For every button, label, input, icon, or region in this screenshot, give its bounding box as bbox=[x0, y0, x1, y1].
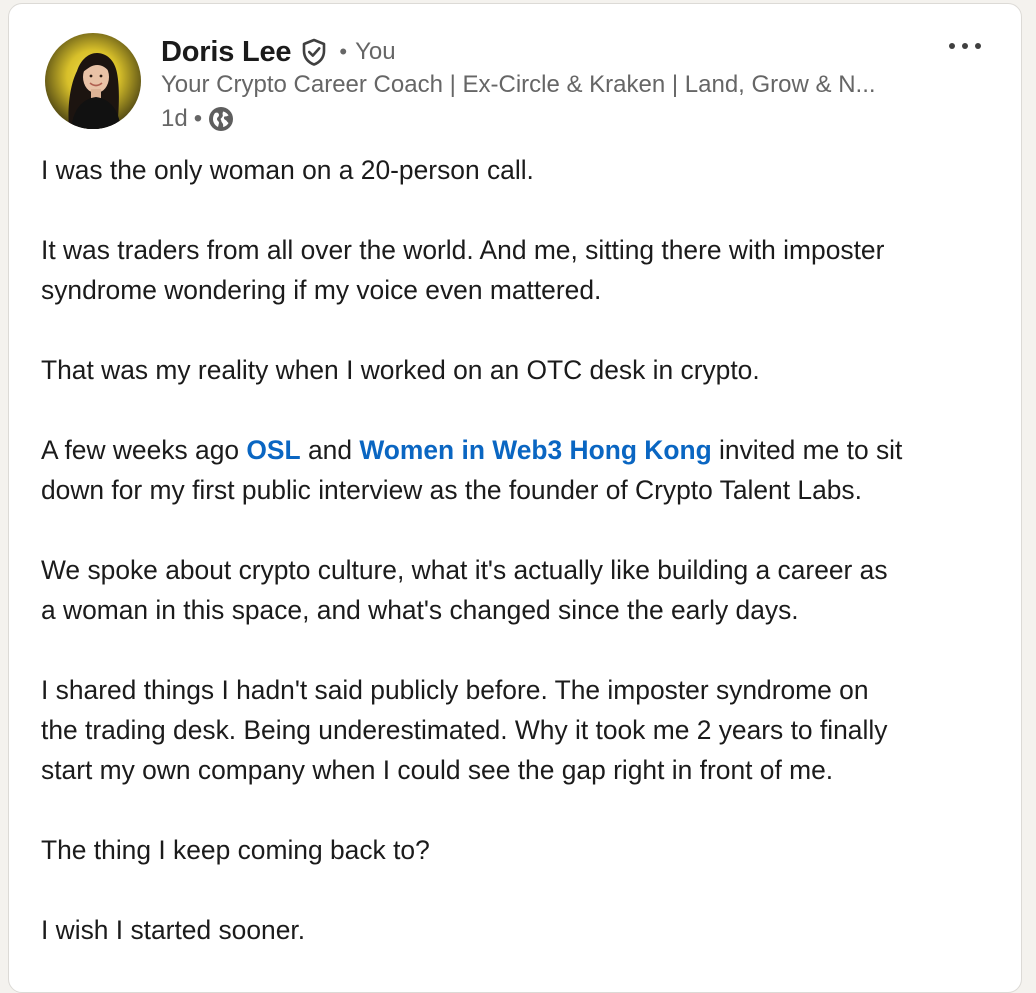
post-paragraph: A few weeks ago OSL and Women in Web3 Ho… bbox=[41, 430, 1001, 510]
post-timestamp[interactable]: 1d bbox=[161, 105, 188, 133]
more-options-icon bbox=[949, 43, 981, 49]
bullet-separator: • bbox=[339, 39, 348, 64]
verified-shield-icon bbox=[301, 38, 327, 66]
mention-women-in-web3-link[interactable]: Women in Web3 Hong Kong bbox=[359, 435, 711, 465]
author-name[interactable]: Doris Lee bbox=[161, 36, 292, 69]
globe-icon bbox=[208, 106, 234, 132]
author-avatar[interactable] bbox=[45, 33, 141, 129]
mention-osl-link[interactable]: OSL bbox=[246, 435, 300, 465]
connection-degree: You bbox=[355, 38, 396, 65]
post-paragraph: We spoke about crypto culture, what it's… bbox=[41, 550, 1001, 630]
post-line: the trading desk. Being underestimated. … bbox=[41, 715, 888, 745]
post-paragraph: I shared things I hadn't said publicly b… bbox=[41, 670, 1001, 790]
post-line: We spoke about crypto culture, what it's… bbox=[41, 555, 888, 585]
post-paragraph: I wish I started sooner. bbox=[41, 915, 306, 945]
post-text: I was the only woman on a 20-person call… bbox=[41, 150, 1001, 990]
post-text-segment: A few weeks ago bbox=[41, 435, 247, 465]
post-card: Doris Lee • You Your Crypto Career Coach… bbox=[8, 3, 1022, 993]
post-line: It was traders from all over the world. … bbox=[41, 235, 885, 265]
post-line: I shared things I hadn't said publicly b… bbox=[41, 675, 869, 705]
post-paragraph: The thing I keep coming back to? bbox=[41, 835, 430, 865]
post-paragraph: I was the only woman on a 20-person call… bbox=[41, 155, 534, 185]
post-paragraph: It was traders from all over the world. … bbox=[41, 230, 1001, 310]
author-name-row: Doris Lee • You bbox=[161, 32, 396, 72]
post-line: syndrome wondering if my voice even matt… bbox=[41, 275, 602, 305]
post-meta: 1d • bbox=[161, 104, 234, 134]
post-text-segment: invited me to sit bbox=[711, 435, 903, 465]
post-line: a woman in this space, and what's change… bbox=[41, 595, 799, 625]
post-text-segment: and bbox=[300, 435, 360, 465]
bullet-separator: • bbox=[193, 105, 203, 132]
post-line: start my own company when I could see th… bbox=[41, 755, 834, 785]
avatar-photo bbox=[45, 33, 141, 129]
author-headline: Your Crypto Career Coach | Ex-Circle & K… bbox=[161, 71, 876, 98]
post-paragraph: That was my reality when I worked on an … bbox=[41, 355, 760, 385]
post-line: down for my first public interview as th… bbox=[41, 475, 862, 505]
more-options-button[interactable] bbox=[943, 28, 987, 64]
